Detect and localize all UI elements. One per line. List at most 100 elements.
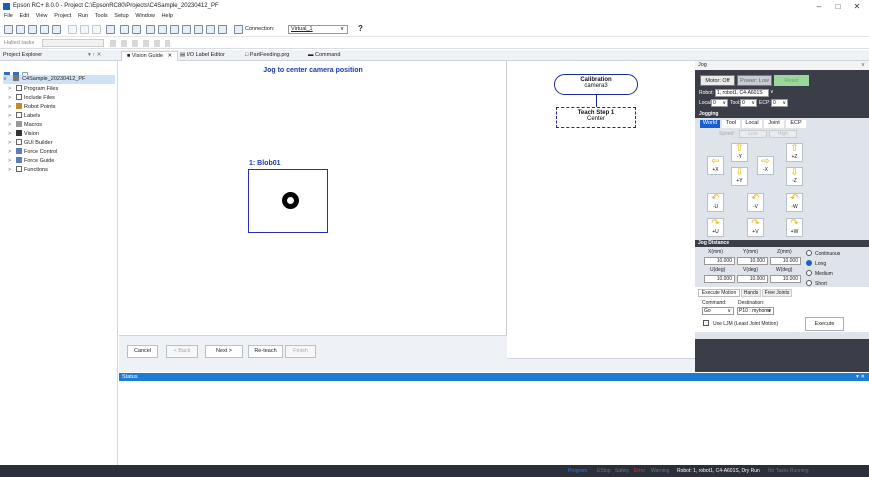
jog-minus-u-button[interactable]: ↶ -U (707, 193, 724, 212)
tab-command[interactable]: ▬ Command (303, 51, 345, 61)
speed-low-button[interactable]: Low (739, 130, 767, 138)
dist-u-input[interactable]: 10.000 (704, 275, 735, 283)
tree-item-force-guide[interactable]: > Force Guide (8, 157, 54, 166)
menu-edit[interactable]: Edit (20, 13, 29, 19)
tree-item-robot-points[interactable]: > Robot Points (8, 103, 56, 112)
paste-icon[interactable] (92, 25, 101, 34)
motor-button[interactable]: Motor: Off (700, 75, 735, 86)
jog-plus-y-button[interactable]: ⇩ +Y (731, 167, 748, 186)
robot-manager-icon[interactable] (132, 25, 141, 34)
simulator-icon[interactable] (170, 25, 179, 34)
jog-minus-v-button[interactable]: ↶ -V (747, 193, 764, 212)
close-icon[interactable]: ✕ (167, 53, 172, 59)
build-icon[interactable] (106, 25, 115, 34)
dist-y-input[interactable]: 10.000 (737, 257, 768, 265)
power-button[interactable]: Power: Low (737, 75, 772, 86)
cancel-button[interactable]: Cancel (127, 345, 158, 358)
collapse-icon[interactable]: ∨ (861, 62, 865, 68)
open-icon[interactable] (28, 25, 37, 34)
tree-item-functions[interactable]: > Functions (8, 166, 48, 175)
tree-item-macros[interactable]: > Macros (8, 121, 42, 130)
reteach-button[interactable]: Re-teach (248, 345, 283, 358)
radio-long[interactable] (806, 260, 812, 266)
tab-execute-motion[interactable]: Execute Motion (698, 289, 740, 297)
connection-icon[interactable] (234, 25, 243, 34)
tab-vision-guide[interactable]: ■ Vision Guide ✕ (121, 51, 179, 61)
minimize-button[interactable]: – (812, 2, 826, 11)
new-project-icon[interactable] (16, 25, 25, 34)
tab-io-label-editor[interactable]: ▤ I/O Label Editor (175, 51, 230, 61)
execute-button[interactable]: Execute (805, 317, 844, 331)
dist-x-input[interactable]: 10.000 (704, 257, 735, 265)
connection-select[interactable]: Virtual_1 ∨ (288, 25, 348, 34)
jog-minus-y-button[interactable]: ⇧ -Y (731, 143, 748, 162)
jog-plus-u-button[interactable]: ↷ +U (707, 218, 724, 237)
io-monitor-icon[interactable] (146, 25, 155, 34)
jog-plus-x-button[interactable]: ⇦ +X (707, 156, 724, 175)
ecp-select[interactable]: 0 ∨ (771, 99, 788, 107)
local-select[interactable]: 0 ∨ (711, 99, 728, 107)
mode-joint[interactable]: Joint (764, 120, 784, 128)
force-icon[interactable] (206, 25, 215, 34)
halted-tasks-select[interactable] (42, 39, 104, 47)
camera-icon[interactable] (194, 25, 203, 34)
menu-view[interactable]: View (36, 13, 48, 19)
cut-icon[interactable] (68, 25, 77, 34)
tree-item-program-files[interactable]: > Program Files (8, 85, 58, 94)
dist-v-input[interactable]: 10.000 (737, 275, 768, 283)
save-all-icon[interactable] (52, 25, 61, 34)
reset-button[interactable]: Reset (774, 75, 809, 86)
jog-minus-w-button[interactable]: ↶ -W (786, 193, 803, 212)
menu-file[interactable]: File (4, 13, 13, 19)
dist-z-input[interactable]: 10.000 (770, 257, 801, 265)
jog-plus-w-button[interactable]: ↷ +W (786, 218, 803, 237)
jog-minus-z-button[interactable]: ⇩ -Z (786, 167, 803, 186)
jog-plus-v-button[interactable]: ↷ +V (747, 218, 764, 237)
tool-select[interactable]: 0 ∨ (740, 99, 757, 107)
robot-select[interactable]: 1, robot1, C4-A601S (715, 89, 769, 97)
help-button[interactable]: ? (358, 24, 363, 33)
jog-minus-x-button[interactable]: ⇨ -X (757, 156, 774, 175)
status-pin-controls[interactable]: ▾ ✕ (856, 373, 865, 381)
radio-medium[interactable] (806, 270, 812, 276)
save-icon[interactable] (40, 25, 49, 34)
explorer-pin-controls[interactable]: ▾ ↑ ✕ (88, 52, 101, 58)
tree-item-force-control[interactable]: > Force Control (8, 148, 57, 157)
radio-short[interactable] (806, 280, 812, 286)
run-window-icon[interactable] (120, 25, 129, 34)
menu-tools[interactable]: Tools (95, 13, 108, 19)
tree-item-gui-builder[interactable]: > GUI Builder (8, 139, 52, 148)
command-select[interactable]: Go ∨ (702, 307, 734, 315)
menu-project[interactable]: Project (54, 13, 71, 19)
tree-root[interactable]: ∨ C4Sample_20230412_PF (3, 75, 115, 84)
destination-select[interactable]: P10 : myhome ∨ (737, 307, 774, 315)
tree-item-labels[interactable]: > Labels (8, 112, 40, 121)
radio-continuous[interactable] (806, 250, 812, 256)
menu-setup[interactable]: Setup (114, 13, 128, 19)
close-button[interactable]: ✕ (850, 2, 864, 11)
tab-free-joints[interactable]: Free Joints (762, 289, 792, 297)
copy-icon[interactable] (80, 25, 89, 34)
speed-high-button[interactable]: High (769, 130, 797, 138)
calibration-node[interactable]: Calibration camera3 (554, 74, 638, 95)
tree-item-vision[interactable]: > Vision (8, 130, 39, 139)
gui-builder-icon[interactable] (218, 25, 227, 34)
tab-partfeeding-prg[interactable]: □ PartFeeding.prg (240, 51, 294, 61)
maximize-button[interactable]: □ (831, 2, 845, 11)
menu-help[interactable]: Help (162, 13, 173, 19)
vision-guide-icon[interactable] (182, 25, 191, 34)
menu-run[interactable]: Run (78, 13, 88, 19)
mode-local[interactable]: Local (742, 120, 762, 128)
mode-ecp[interactable]: ECP (786, 120, 806, 128)
teach-step-node[interactable]: Teach Step 1 Center (556, 107, 636, 128)
new-file-icon[interactable] (4, 25, 13, 34)
jog-plus-z-button[interactable]: ⇧ +Z (786, 143, 803, 162)
mode-tool[interactable]: Tool (722, 120, 740, 128)
next-button[interactable]: Next > (205, 345, 243, 358)
mode-world[interactable]: World (700, 120, 720, 128)
lim-checkbox[interactable] (703, 320, 709, 326)
menu-window[interactable]: Window (135, 13, 155, 19)
back-button[interactable]: < Back (166, 345, 198, 358)
dist-w-input[interactable]: 10.000 (770, 275, 801, 283)
tab-hands[interactable]: Hands (741, 289, 761, 297)
